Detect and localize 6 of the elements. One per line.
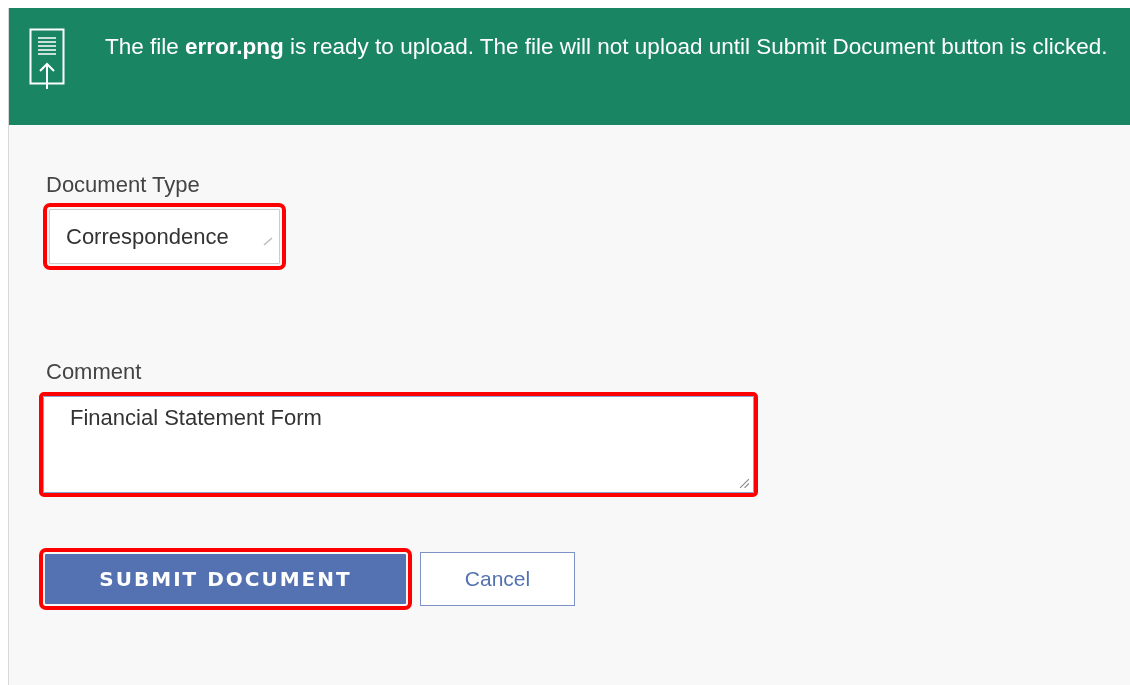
field-label: Document Type	[46, 171, 201, 199]
resize-handle-icon[interactable]	[739, 478, 750, 489]
cancel-button[interactable]: Cancel	[420, 552, 575, 606]
banner-message: The file error.png is ready to upload. The file will not upload until Submit Document button is clicked.	[105, 33, 1108, 61]
document-upload-icon	[29, 28, 65, 90]
field-label: Comment	[46, 358, 143, 386]
